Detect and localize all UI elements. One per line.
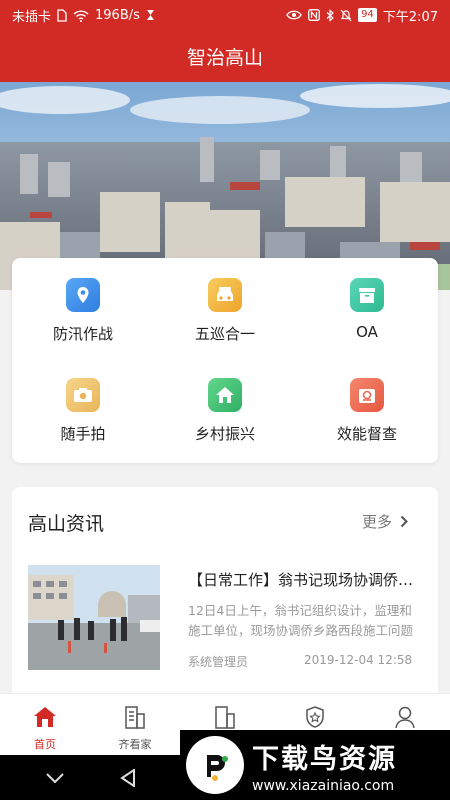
status-bar: 未插卡 196B/s 94 下午2:07	[0, 0, 450, 30]
grid-item-label: 随手拍	[60, 425, 106, 443]
watermark-url: www.xiazainiao.com	[252, 777, 395, 794]
chevron-down-icon	[46, 772, 64, 783]
grid-item-label: 防汛作战	[52, 325, 113, 343]
tab-label: 首页	[34, 738, 56, 751]
badge-icon	[302, 704, 328, 730]
grid-item-patrol[interactable]: 五巡合一	[154, 258, 296, 353]
bluetooth-icon	[326, 8, 334, 22]
grid-item-label: 乡村振兴	[194, 425, 255, 443]
grid-item-flood-control[interactable]: 防汛作战	[12, 258, 154, 353]
building-icon	[122, 704, 148, 730]
grid-item-label: OA	[356, 323, 378, 341]
news-item-title[interactable]: 【日常工作】翁书记现场协调侨乡路西段施工	[188, 569, 423, 590]
home-icon	[208, 378, 242, 412]
network-speed: 196B/s	[95, 7, 140, 23]
tab-qikanjia[interactable]: 齐看家	[90, 694, 180, 756]
news-item-summary: 12日4日上午，翁书记组织设计，监理和施工单位，现场协调侨乡路西段施工问题	[188, 603, 414, 638]
chevron-right-icon	[400, 515, 408, 528]
grid-item-snapshot[interactable]: 随手拍	[12, 358, 154, 453]
camera-icon	[66, 378, 100, 412]
sim-icon	[57, 8, 67, 22]
tab-home[interactable]: 首页	[0, 694, 90, 756]
inspect-icon	[350, 378, 384, 412]
wifi-icon	[73, 9, 89, 22]
mute-bell-icon	[340, 9, 352, 21]
bird-logo-icon	[186, 736, 244, 794]
car-icon	[208, 278, 242, 312]
watermark-overlay: 下载鸟资源 www.xiazainiao.com	[180, 730, 450, 800]
more-button[interactable]: 更多	[362, 511, 408, 532]
home-icon	[32, 704, 58, 730]
clock: 下午2:07	[382, 9, 438, 25]
news-section: 高山资讯 更多 【日常工作】翁书记现场协调侨乡路西段施工 12日4日上午，翁书记…	[12, 487, 438, 707]
user-icon	[392, 704, 418, 730]
location-pin-icon	[66, 278, 100, 312]
tab-label: 齐看家	[118, 738, 152, 751]
section-title: 高山资讯	[28, 513, 105, 535]
carrier-label: 未插卡	[12, 9, 52, 25]
hourglass-icon	[146, 10, 154, 20]
back-triangle-icon	[120, 768, 135, 787]
app-header: 智治高山	[0, 30, 450, 82]
building-icon	[212, 704, 238, 730]
nfc-icon	[308, 9, 321, 21]
feature-grid: 防汛作战 五巡合一 OA 随手拍 乡村振兴 效能督查	[12, 258, 438, 463]
news-item-author: 系统管理员	[188, 655, 249, 669]
grid-item-label: 五巡合一	[194, 325, 255, 343]
news-thumbnail[interactable]	[28, 565, 160, 670]
grid-item-oa[interactable]: OA	[296, 258, 438, 353]
battery-level: 94	[358, 8, 377, 22]
more-label: 更多	[361, 513, 392, 531]
news-item-date: 2019-12-04 12:58	[304, 653, 413, 667]
grid-item-inspection[interactable]: 效能督查	[296, 358, 438, 453]
watermark-name: 下载鸟资源	[252, 743, 397, 775]
nav-collapse-button[interactable]	[25, 755, 85, 800]
grid-item-label: 效能督查	[336, 425, 397, 443]
archive-box-icon	[350, 278, 384, 312]
eye-icon	[286, 10, 302, 20]
nav-back-button[interactable]	[98, 755, 158, 800]
page-title: 智治高山	[186, 46, 263, 69]
grid-item-rural[interactable]: 乡村振兴	[154, 358, 296, 453]
